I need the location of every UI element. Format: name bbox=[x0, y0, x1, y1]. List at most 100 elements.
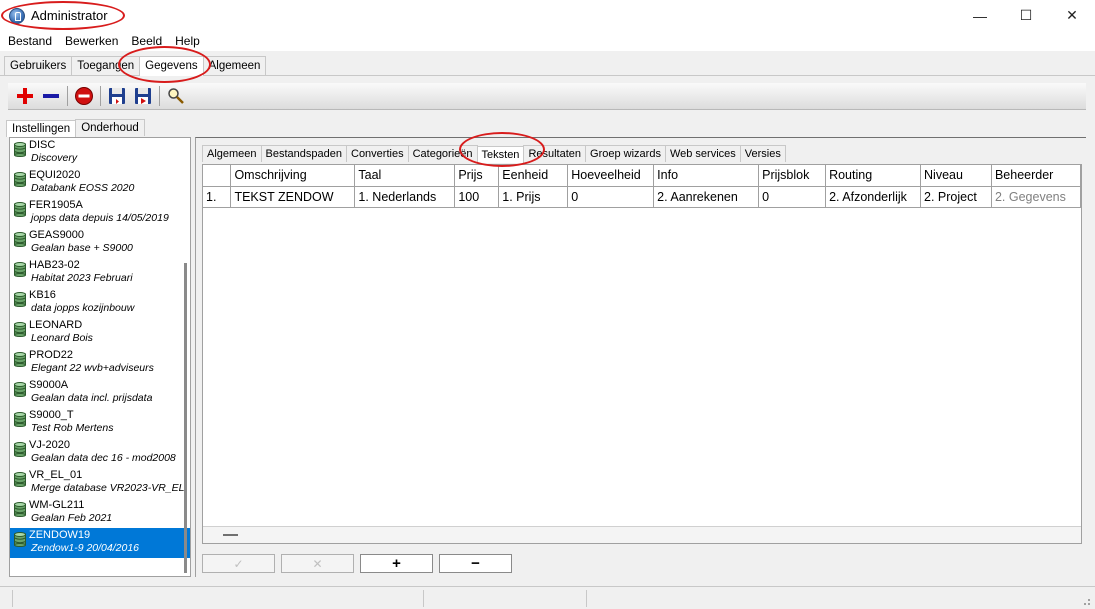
cell-omschrijving[interactable]: TEKST ZENDOW bbox=[230, 186, 356, 208]
save-icon bbox=[109, 88, 125, 104]
database-icon bbox=[14, 412, 26, 427]
col-prijsblok[interactable]: Prijsblok bbox=[758, 165, 827, 187]
col-index[interactable] bbox=[203, 165, 232, 187]
list-item[interactable]: VJ-2020 Gealan data dec 16 - mod2008 bbox=[10, 438, 190, 468]
menu-bewerken[interactable]: Bewerken bbox=[57, 34, 123, 48]
database-description: Test Rob Mertens bbox=[31, 422, 114, 434]
subtab-bestandspaden[interactable]: Bestandspaden bbox=[260, 145, 347, 162]
col-niveau[interactable]: Niveau bbox=[920, 165, 992, 187]
cell-hoeveelheid[interactable]: 0 bbox=[567, 186, 655, 208]
list-item[interactable]: WM-GL211 Gealan Feb 2021 bbox=[10, 498, 190, 528]
status-divider bbox=[423, 590, 424, 607]
list-item[interactable]: LEONARD Leonard Bois bbox=[10, 318, 190, 348]
subtab-groep-wizards[interactable]: Groep wizards bbox=[585, 145, 666, 162]
remove-row-button[interactable]: − bbox=[439, 554, 512, 573]
texts-grid[interactable]: Omschrijving Taal Prijs Eenheid Hoeveelh… bbox=[202, 164, 1082, 544]
database-description: data jopps kozijnbouw bbox=[31, 302, 135, 314]
maximize-button[interactable]: ☐ bbox=[1003, 0, 1049, 31]
list-item[interactable]: VR_EL_01 Merge database VR2023-VR_EL bbox=[10, 468, 190, 498]
database-description: Databank EOSS 2020 bbox=[31, 182, 135, 194]
cell-eenheid[interactable]: 1. Prijs bbox=[498, 186, 569, 208]
menu-bestand[interactable]: Bestand bbox=[0, 34, 57, 48]
database-name: S9000A bbox=[29, 379, 69, 391]
list-scrollbar[interactable] bbox=[184, 263, 187, 573]
subtab-algemeen[interactable]: Algemeen bbox=[202, 145, 262, 162]
database-list[interactable]: DISC Discovery EQUI2020 Databank EOSS 2020 F… bbox=[9, 137, 191, 577]
cell-beheerder[interactable]: 2. Gegevens bbox=[991, 186, 1081, 208]
subtab-web-services[interactable]: Web services bbox=[664, 145, 741, 162]
database-icon bbox=[14, 142, 26, 157]
database-name: EQUI2020 bbox=[29, 169, 81, 181]
table-row[interactable]: 1. TEKST ZENDOW 1. Nederlands 100 1. Pri… bbox=[203, 186, 1081, 208]
col-beheerder[interactable]: Beheerder bbox=[991, 165, 1081, 187]
save-button[interactable] bbox=[104, 84, 130, 108]
window-title: Administrator bbox=[31, 8, 108, 23]
save-as-button[interactable] bbox=[130, 84, 156, 108]
confirm-button[interactable]: ✓ bbox=[202, 554, 275, 573]
col-omschrijving[interactable]: Omschrijving bbox=[230, 165, 356, 187]
col-routing[interactable]: Routing bbox=[825, 165, 922, 187]
database-description: Habitat 2023 Februari bbox=[31, 272, 133, 284]
cell-info[interactable]: 2. Aanrekenen bbox=[653, 186, 760, 208]
remove-button[interactable] bbox=[38, 84, 64, 108]
cell-routing[interactable]: 2. Afzonderlijk bbox=[825, 186, 922, 208]
tab-instellingen[interactable]: Instellingen bbox=[6, 120, 77, 137]
database-name: WM-GL211 bbox=[29, 499, 85, 511]
cell-niveau[interactable]: 2. Project bbox=[920, 186, 992, 208]
list-item[interactable]: S9000A Gealan data incl. prijsdata bbox=[10, 378, 190, 408]
database-name: ZENDOW19 bbox=[29, 529, 91, 541]
list-item[interactable]: DISC Discovery bbox=[10, 138, 190, 168]
list-item[interactable]: KB16 data jopps kozijnbouw bbox=[10, 288, 190, 318]
subtab-resultaten[interactable]: Resultaten bbox=[523, 145, 587, 162]
list-item[interactable]: PROD22 Elegant 22 wvb+adviseurs bbox=[10, 348, 190, 378]
texts-table: Omschrijving Taal Prijs Eenheid Hoeveelh… bbox=[203, 165, 1081, 208]
subtab-teksten[interactable]: Teksten bbox=[476, 146, 525, 163]
col-prijs[interactable]: Prijs bbox=[454, 165, 500, 187]
subtab-categorieen[interactable]: Categorieën bbox=[407, 145, 478, 162]
close-button[interactable]: ✕ bbox=[1049, 0, 1095, 31]
database-description: Discovery bbox=[31, 152, 78, 164]
search-button[interactable] bbox=[163, 84, 189, 108]
database-description: Elegant 22 wvb+adviseurs bbox=[31, 362, 154, 374]
database-icon bbox=[14, 532, 26, 547]
cancel-button[interactable]: ✕ bbox=[281, 554, 354, 573]
details-panel: Algemeen Bestandspaden Converties Catego… bbox=[195, 137, 1086, 577]
minimize-button[interactable]: — bbox=[957, 0, 1003, 31]
list-item[interactable]: FER1905A jopps data depuis 14/05/2019 bbox=[10, 198, 190, 228]
col-info[interactable]: Info bbox=[653, 165, 760, 187]
database-name: VJ-2020 bbox=[29, 439, 70, 451]
database-name: PROD22 bbox=[29, 349, 74, 361]
tab-algemeen[interactable]: Algemeen bbox=[202, 56, 267, 75]
tab-toegangen[interactable]: Toegangen bbox=[71, 56, 141, 75]
resize-grip-icon[interactable] bbox=[1081, 596, 1091, 606]
list-item[interactable]: EQUI2020 Databank EOSS 2020 bbox=[10, 168, 190, 198]
grid-footer bbox=[203, 526, 1081, 543]
cell-index[interactable]: 1. bbox=[203, 186, 232, 208]
subtab-versies[interactable]: Versies bbox=[739, 145, 786, 162]
cell-taal[interactable]: 1. Nederlands bbox=[354, 186, 456, 208]
collapse-handle[interactable] bbox=[223, 534, 238, 536]
menu-help[interactable]: Help bbox=[167, 34, 205, 48]
col-taal[interactable]: Taal bbox=[354, 165, 456, 187]
col-eenheid[interactable]: Eenheid bbox=[498, 165, 569, 187]
list-item[interactable]: S9000_T Test Rob Mertens bbox=[10, 408, 190, 438]
database-description: Gealan data dec 16 - mod2008 bbox=[31, 452, 176, 464]
database-description: Zendow1-9 20/04/2016 bbox=[31, 542, 139, 554]
cell-prijsblok[interactable]: 0 bbox=[758, 186, 827, 208]
delete-button[interactable] bbox=[71, 84, 97, 108]
menu-beeld[interactable]: Beeld bbox=[123, 34, 167, 48]
database-icon bbox=[14, 202, 26, 217]
add-row-button[interactable]: + bbox=[360, 554, 433, 573]
add-button[interactable] bbox=[12, 84, 38, 108]
tab-onderhoud[interactable]: Onderhoud bbox=[75, 119, 145, 136]
list-item[interactable]: GEAS9000 Gealan base + S9000 bbox=[10, 228, 190, 258]
cell-prijs[interactable]: 100 bbox=[454, 186, 500, 208]
toolbar-separator bbox=[159, 86, 160, 106]
tab-gegevens[interactable]: Gegevens bbox=[139, 56, 204, 76]
list-item[interactable]: ZENDOW19 Zendow1-9 20/04/2016 bbox=[10, 528, 190, 558]
subtab-converties[interactable]: Converties bbox=[346, 145, 409, 162]
list-item[interactable]: HAB23-02 Habitat 2023 Februari bbox=[10, 258, 190, 288]
menu-bar: Bestand Bewerken Beeld Help bbox=[0, 31, 1095, 51]
tab-gebruikers[interactable]: Gebruikers bbox=[4, 56, 73, 75]
col-hoeveelheid[interactable]: Hoeveelheid bbox=[567, 165, 655, 187]
